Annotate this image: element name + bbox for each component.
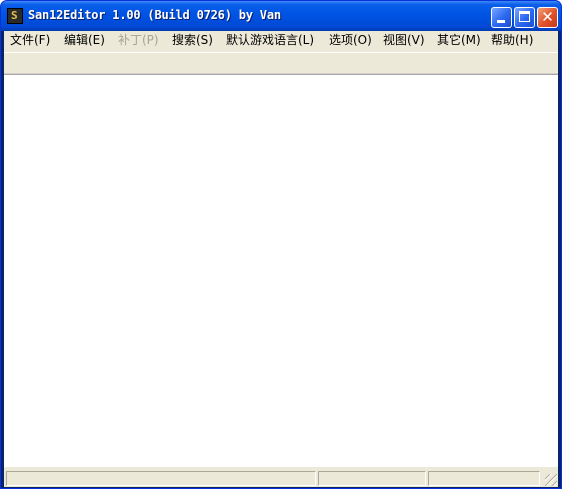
app-icon[interactable]: S (7, 8, 23, 24)
status-pane-main (6, 471, 316, 486)
close-icon: ✕ (541, 8, 554, 26)
menu-patch: 补丁(P) (118, 33, 159, 47)
status-pane-3 (428, 471, 540, 486)
minimize-icon (497, 20, 505, 23)
menu-help[interactable]: 帮助(H) (491, 31, 533, 51)
minimize-button[interactable] (491, 7, 512, 28)
menu-default-game-language[interactable]: 默认游戏语言(L) (226, 31, 314, 51)
document-area[interactable] (4, 74, 558, 467)
status-bar (4, 468, 558, 487)
maximize-icon (519, 11, 530, 22)
app-window: S San12Editor 1.00 (Build 0726) by Van ✕… (0, 0, 562, 489)
toolbar (4, 52, 558, 74)
menu-other[interactable]: 其它(M) (437, 31, 481, 51)
menu-view[interactable]: 视图(V) (383, 31, 425, 51)
maximize-button[interactable] (514, 7, 535, 28)
title-bar[interactable]: S San12Editor 1.00 (Build 0726) by Van ✕ (1, 1, 561, 31)
menu-options[interactable]: 选项(O) (329, 31, 372, 51)
menu-edit[interactable]: 编辑(E) (64, 31, 105, 51)
menu-search[interactable]: 搜索(S) (172, 31, 213, 51)
menu-bar: 文件(F) 编辑(E) 补丁(P) 搜索(S) 默认游戏语言(L) 选项(O) … (4, 31, 558, 51)
window-title: San12Editor 1.00 (Build 0726) by Van (28, 8, 281, 22)
menu-file[interactable]: 文件(F) (10, 31, 50, 51)
client-area: 文件(F) 编辑(E) 补丁(P) 搜索(S) 默认游戏语言(L) 选项(O) … (4, 31, 558, 487)
size-grip-icon[interactable] (545, 474, 557, 486)
status-pane-2 (318, 471, 426, 486)
close-button[interactable]: ✕ (537, 7, 558, 28)
